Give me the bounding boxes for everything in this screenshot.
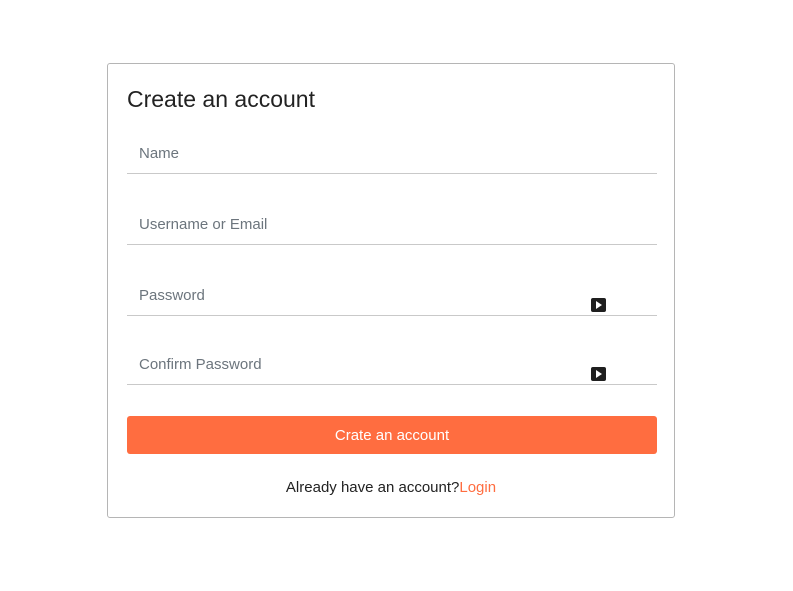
- form-title: Create an account: [127, 86, 315, 112]
- name-field-wrapper: [127, 134, 657, 174]
- name-input[interactable]: [127, 134, 657, 173]
- create-account-button[interactable]: Crate an account: [127, 416, 657, 454]
- password-visibility-toggle-icon[interactable]: [591, 298, 606, 312]
- login-link[interactable]: Login: [459, 479, 496, 496]
- confirm-password-visibility-toggle-icon[interactable]: [591, 367, 606, 381]
- login-prompt-text: Already have an account?: [285, 479, 460, 496]
- username-email-field-wrapper: [127, 205, 657, 245]
- username-email-input[interactable]: [127, 205, 657, 244]
- login-prompt: Already have an account?Login: [108, 479, 674, 496]
- confirm-password-field-wrapper: [127, 345, 657, 385]
- confirm-password-input[interactable]: [127, 345, 657, 384]
- signup-card: Create an account Crate an account Alrea…: [107, 63, 675, 518]
- password-field-wrapper: [127, 276, 657, 316]
- password-input[interactable]: [127, 276, 657, 315]
